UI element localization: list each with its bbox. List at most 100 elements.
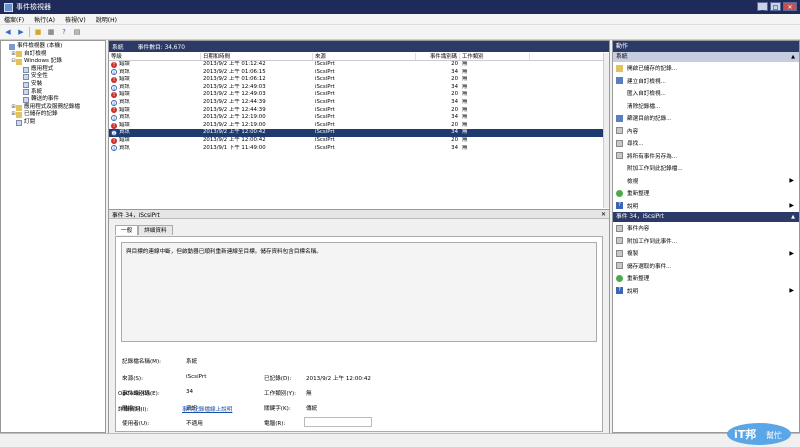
action-item[interactable]: ? 說明 ▶ bbox=[613, 285, 799, 298]
grid-scrollbar[interactable] bbox=[603, 53, 609, 208]
tree-item[interactable]: ⊟ Windows 記錄 bbox=[1, 58, 105, 66]
event-level: 錯誤 bbox=[119, 61, 130, 67]
event-id-value: 34 bbox=[186, 389, 194, 395]
tree-item[interactable]: ⊞ 已儲存的記錄 bbox=[1, 111, 105, 119]
tree-item[interactable]: 安全性 bbox=[1, 73, 105, 81]
event-row[interactable]: i 資訊 2013/9/2 上午 12:19:00 iScsiPrt 34 無 bbox=[109, 114, 609, 122]
action-item[interactable]: 附加工作到此記錄檔... bbox=[613, 162, 799, 175]
action-item[interactable]: 事件內容 bbox=[613, 222, 799, 235]
column-header-task[interactable]: 工作類別 bbox=[460, 53, 530, 60]
log-name-label: 記錄檔名稱(M): bbox=[122, 359, 162, 365]
event-row[interactable]: i 資訊 2013/9/2 上午 12:44:39 iScsiPrt 34 無 bbox=[109, 99, 609, 107]
action-pane-icon[interactable]: ▤ bbox=[72, 27, 82, 37]
menu-view[interactable]: 檢視(V) bbox=[65, 15, 86, 24]
event-row[interactable]: ! 錯誤 2013/9/2 上午 12:44:39 iScsiPrt 20 無 bbox=[109, 107, 609, 115]
action-item[interactable]: 清除記錄檔... bbox=[613, 100, 799, 113]
computer-value bbox=[304, 417, 372, 427]
info-icon: i bbox=[111, 130, 117, 137]
column-header-level[interactable]: 等級 bbox=[109, 53, 201, 60]
action-item[interactable]: 重新整理 bbox=[613, 272, 799, 285]
status-bar: iT邦 幫忙 bbox=[0, 423, 800, 447]
collapse-arrow-icon[interactable]: ▲ bbox=[791, 52, 795, 62]
event-task: 無 bbox=[462, 61, 468, 67]
event-row[interactable]: i 資訊 2013/9/2 上午 01:06:15 iScsiPrt 34 無 bbox=[109, 69, 609, 77]
column-header-event-id[interactable]: 事件識別碼 bbox=[416, 53, 460, 60]
action-item[interactable]: ? 說明 ▶ bbox=[613, 200, 799, 213]
event-date: 2013/9/2 上午 12:19:00 bbox=[203, 121, 266, 128]
tree-item[interactable]: 應用程式 bbox=[1, 66, 105, 74]
tree-item[interactable]: 訂閱 bbox=[1, 119, 105, 127]
action-item[interactable]: 檢視 ▶ bbox=[613, 175, 799, 188]
folder-up-icon[interactable]: ■ bbox=[33, 27, 43, 37]
action-item[interactable]: 將所有事件另存為... bbox=[613, 150, 799, 163]
event-row[interactable]: i 資訊 2013/9/1 下午 11:49:00 iScsiPrt 34 無 bbox=[109, 145, 609, 153]
column-header-date[interactable]: 日期和時間 bbox=[201, 53, 313, 60]
action-item[interactable]: 篩選目前的記錄... bbox=[613, 112, 799, 125]
event-count: 事件數目: 34,670 bbox=[137, 45, 185, 51]
event-task: 無 bbox=[462, 83, 468, 90]
action-item[interactable]: 內容 bbox=[613, 125, 799, 138]
menu-help[interactable]: 說明(H) bbox=[96, 15, 117, 24]
forward-arrow-icon[interactable]: ▶ bbox=[16, 27, 26, 37]
more-info-link[interactable]: 事件記錄檔線上說明 bbox=[182, 405, 232, 413]
action-label: 重新整理 bbox=[627, 276, 650, 283]
menu-action[interactable]: 執行(A) bbox=[34, 15, 55, 24]
action-item[interactable]: 開啟已儲存的記錄... bbox=[613, 62, 799, 75]
action-item[interactable]: 複製 ▶ bbox=[613, 247, 799, 260]
actions-section-event[interactable]: 事件 34，iScsiPrt ▲ bbox=[613, 212, 799, 222]
log-name-value: 系統 bbox=[186, 359, 198, 365]
tree-item[interactable]: 轉送的事件 bbox=[1, 96, 105, 104]
actions-section-log[interactable]: 系統 ▲ bbox=[613, 52, 799, 62]
event-row[interactable]: ! 錯誤 2013/9/2 上午 12:00:42 iScsiPrt 20 無 bbox=[109, 137, 609, 145]
tree-item-label: 事件檢視器 (本機) bbox=[17, 43, 63, 49]
event-message[interactable]: 與目標的連線中斷，但啟動器已順利重新連線至目標。儲存資料包含目標名稱。 bbox=[121, 242, 597, 342]
event-row[interactable]: ! 錯誤 2013/9/2 上午 01:06:12 iScsiPrt 20 無 bbox=[109, 76, 609, 84]
action-item[interactable]: 匯入自訂檢視... bbox=[613, 87, 799, 100]
action-icon bbox=[616, 165, 623, 172]
action-item[interactable]: 附加工作到此事件... bbox=[613, 235, 799, 248]
event-grid: 等級 日期和時間 來源 事件識別碼 工作類別 ! 錯誤 2013/9/2 上午 01… bbox=[109, 53, 609, 208]
action-label: 複製 bbox=[627, 251, 639, 258]
action-item[interactable]: 儲存選取的事件... bbox=[613, 260, 799, 273]
help-icon[interactable]: ? bbox=[59, 27, 69, 37]
error-icon: ! bbox=[111, 92, 117, 99]
tree-item[interactable]: 事件檢視器 (本機) bbox=[1, 43, 105, 51]
column-header-source[interactable]: 來源 bbox=[313, 53, 416, 60]
close-icon[interactable]: ✕ bbox=[601, 211, 606, 218]
log-icon bbox=[23, 74, 29, 81]
tab-general[interactable]: 一般 bbox=[115, 225, 139, 235]
menu-file[interactable]: 檔案(F) bbox=[4, 15, 24, 24]
folder-icon bbox=[16, 104, 22, 111]
event-level: 錯誤 bbox=[119, 76, 130, 83]
event-task: 無 bbox=[462, 129, 468, 136]
event-date: 2013/9/1 下午 11:49:00 bbox=[203, 144, 266, 151]
event-date: 2013/9/2 上午 12:19:00 bbox=[203, 114, 266, 121]
info-icon: i bbox=[111, 84, 117, 91]
action-item[interactable]: 建立自訂檢視... bbox=[613, 75, 799, 88]
event-row[interactable]: ! 錯誤 2013/9/2 上午 12:49:03 iScsiPrt 20 無 bbox=[109, 91, 609, 99]
action-item[interactable]: 重新整理 bbox=[613, 187, 799, 200]
console-tree-icon[interactable]: ▦ bbox=[46, 27, 56, 37]
toolbar: ◀ ▶ ■ ▦ ? ▤ bbox=[0, 25, 800, 40]
submenu-arrow-icon: ▶ bbox=[789, 249, 794, 257]
back-arrow-icon[interactable]: ◀ bbox=[3, 27, 13, 37]
close-button[interactable]: ✕ bbox=[783, 2, 797, 11]
action-item[interactable]: 尋找... bbox=[613, 137, 799, 150]
tab-details[interactable]: 詳細資料 bbox=[138, 225, 173, 235]
minimize-button[interactable]: _ bbox=[757, 2, 768, 11]
event-row[interactable]: ! 錯誤 2013/9/2 上午 01:12:42 iScsiPrt 20 無 bbox=[109, 61, 609, 69]
action-label: 清除記錄檔... bbox=[627, 103, 661, 110]
keywords-label: 關鍵字(K): bbox=[264, 406, 291, 412]
tree-item[interactable]: 安裝 bbox=[1, 81, 105, 89]
help-icon: ? bbox=[616, 287, 623, 295]
log-icon bbox=[23, 89, 29, 96]
event-date: 2013/9/2 上午 01:06:12 bbox=[203, 76, 266, 83]
logged-value: 2013/9/2 上午 12:00:42 bbox=[306, 376, 371, 382]
event-task: 無 bbox=[462, 114, 468, 121]
event-row[interactable]: i 資訊 2013/9/2 上午 12:49:03 iScsiPrt 34 無 bbox=[109, 84, 609, 92]
event-row[interactable]: ! 錯誤 2013/9/2 上午 12:19:00 iScsiPrt 20 無 bbox=[109, 122, 609, 130]
event-source: iScsiPrt bbox=[315, 121, 335, 128]
collapse-arrow-icon[interactable]: ▲ bbox=[791, 212, 795, 222]
maximize-button[interactable]: □ bbox=[770, 2, 781, 11]
event-row[interactable]: i 資訊 2013/9/2 上午 12:00:42 iScsiPrt 34 無 bbox=[109, 129, 609, 137]
